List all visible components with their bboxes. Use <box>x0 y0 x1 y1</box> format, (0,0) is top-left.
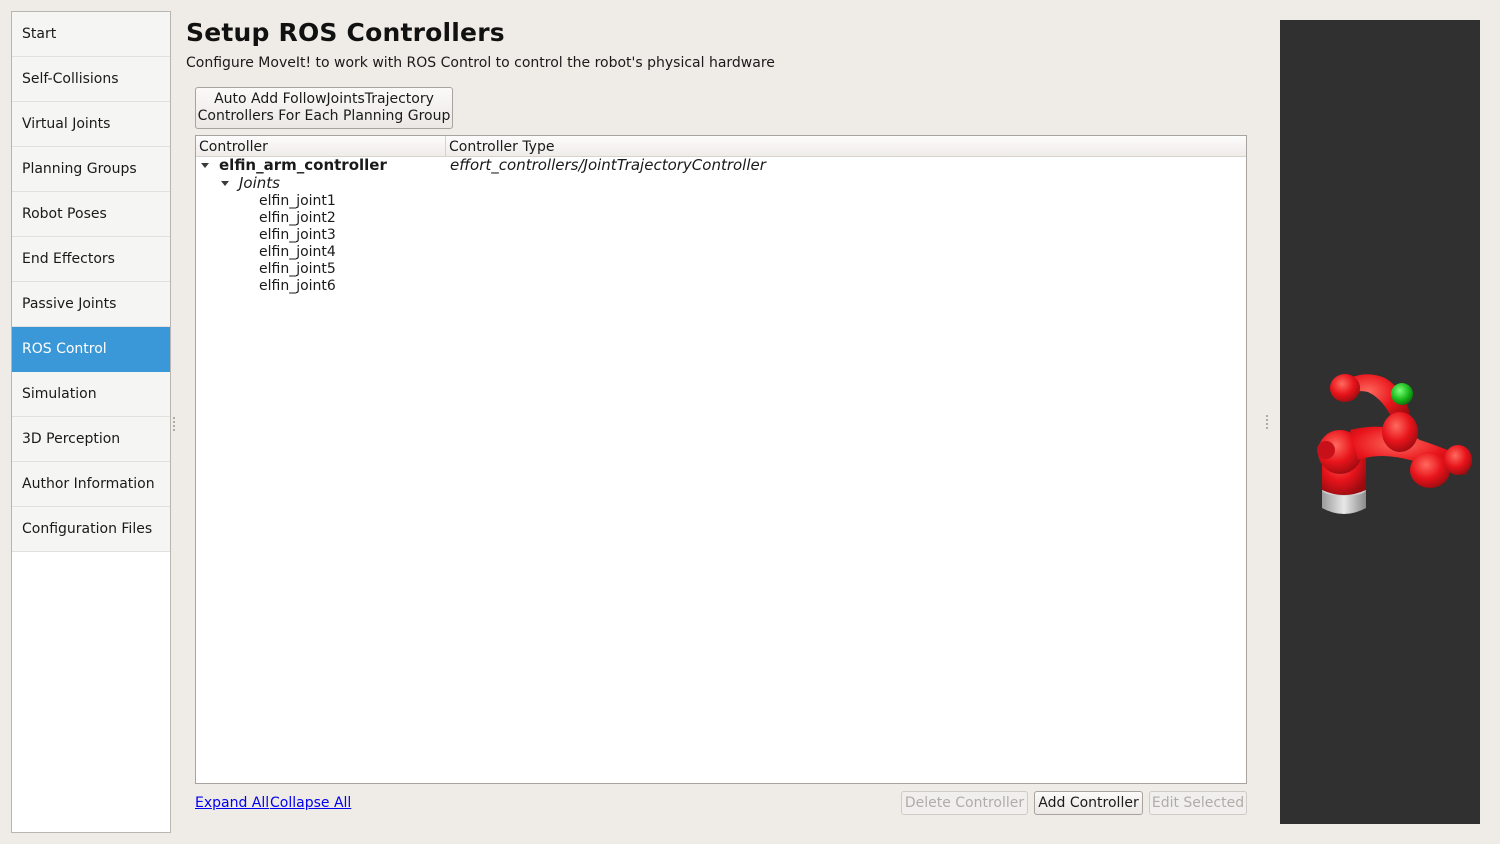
sidebar-item-simulation[interactable]: Simulation <box>12 372 170 417</box>
robot-model-icon <box>1317 374 1472 514</box>
page-title: Setup ROS Controllers <box>186 18 505 47</box>
controller-name[interactable]: elfin_arm_controller <box>219 157 387 174</box>
sidebar-nav: Start Self-Collisions Virtual Joints Pla… <box>11 11 171 833</box>
column-header-controller[interactable]: Controller <box>196 136 446 157</box>
joint-item[interactable]: elfin_joint6 <box>259 278 336 295</box>
joint-item[interactable]: elfin_joint2 <box>259 210 336 227</box>
controllers-tree[interactable]: Controller Controller Type elfin_arm_con… <box>195 135 1247 784</box>
main-panel: Setup ROS Controllers Configure MoveIt! … <box>186 18 1248 828</box>
delete-controller-button[interactable]: Delete Controller <box>901 791 1028 815</box>
joint-item[interactable]: elfin_joint3 <box>259 227 336 244</box>
sidebar-item-start[interactable]: Start <box>12 12 170 57</box>
sidebar-item-ros-control[interactable]: ROS Control <box>12 327 170 372</box>
sidebar-item-passive-joints[interactable]: Passive Joints <box>12 282 170 327</box>
expand-arrow-icon[interactable] <box>221 181 229 186</box>
joint-item[interactable]: elfin_joint5 <box>259 261 336 278</box>
expand-arrow-icon[interactable] <box>201 163 209 168</box>
sidebar-item-self-collisions[interactable]: Self-Collisions <box>12 57 170 102</box>
sidebar-item-planning-groups[interactable]: Planning Groups <box>12 147 170 192</box>
sidebar-item-robot-poses[interactable]: Robot Poses <box>12 192 170 237</box>
joints-group-label[interactable]: Joints <box>239 175 280 192</box>
auto-add-controllers-button[interactable]: Auto Add FollowJointsTrajectory Controll… <box>195 87 453 129</box>
auto-add-button-line2: Controllers For Each Planning Group <box>197 108 451 124</box>
collapse-all-link[interactable]: Collapse All <box>270 795 351 811</box>
controller-type[interactable]: effort_controllers/JointTrajectoryContro… <box>450 157 766 174</box>
moveit-setup-assistant-window: Start Self-Collisions Virtual Joints Pla… <box>0 0 1500 844</box>
add-controller-button[interactable]: Add Controller <box>1034 791 1143 815</box>
auto-add-button-line1: Auto Add FollowJointsTrajectory <box>214 91 434 107</box>
sidebar-item-configuration-files[interactable]: Configuration Files <box>12 507 170 552</box>
sidebar-item-author-information[interactable]: Author Information <box>12 462 170 507</box>
expand-all-link[interactable]: Expand All <box>195 795 269 811</box>
robot-3d-viewport[interactable] <box>1280 20 1480 824</box>
sidebar-item-3d-perception[interactable]: 3D Perception <box>12 417 170 462</box>
sidebar-item-virtual-joints[interactable]: Virtual Joints <box>12 102 170 147</box>
edit-selected-button[interactable]: Edit Selected <box>1149 791 1247 815</box>
splitter-handle-right[interactable] <box>1266 415 1268 429</box>
tree-header: Controller Controller Type <box>196 136 1246 157</box>
column-header-controller-type[interactable]: Controller Type <box>446 136 1246 157</box>
page-subtitle: Configure MoveIt! to work with ROS Contr… <box>186 55 775 71</box>
joint-item[interactable]: elfin_joint4 <box>259 244 336 261</box>
joint-item[interactable]: elfin_joint1 <box>259 193 336 210</box>
splitter-handle-left[interactable] <box>173 417 175 431</box>
sidebar-item-end-effectors[interactable]: End Effectors <box>12 237 170 282</box>
